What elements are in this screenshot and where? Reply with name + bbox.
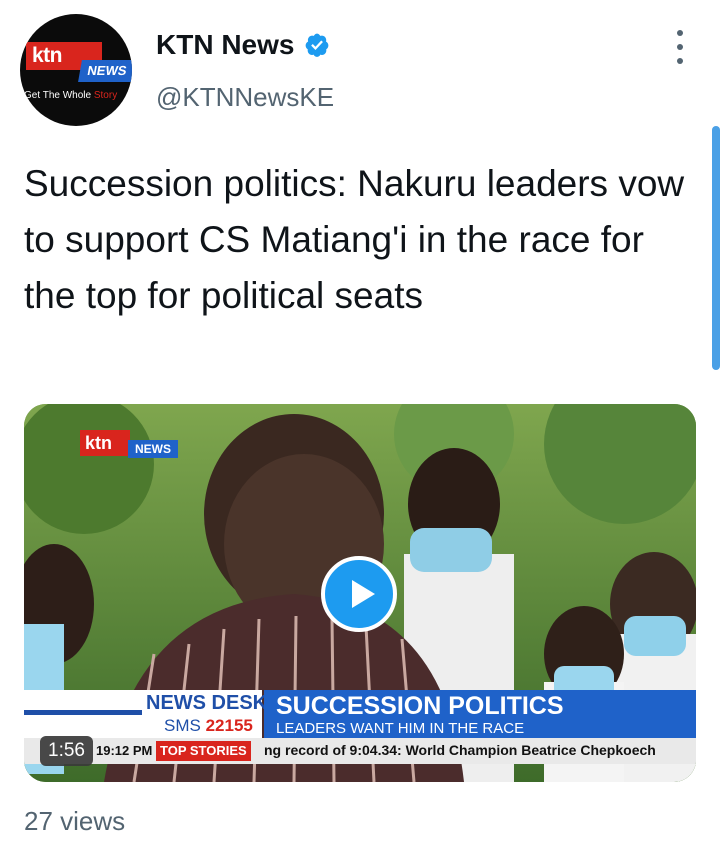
more-dot-icon: [677, 44, 683, 50]
video-logo-news: NEWS: [128, 440, 178, 458]
news-ticker: 19:12 PM TOP STORIES ng record of 9:04.3…: [24, 738, 696, 764]
scrollbar[interactable]: [712, 126, 720, 370]
sms-number: 22155: [205, 716, 253, 735]
video-player[interactable]: ktn NEWS NEWS DESK SMS 22155 SUCCESSION …: [24, 404, 696, 782]
desk-divider: [24, 710, 142, 715]
avatar-logo-news: NEWS: [78, 60, 132, 82]
ticker-label: TOP STORIES: [156, 741, 251, 761]
sms-label: SMS: [164, 716, 201, 735]
more-dot-icon: [677, 58, 683, 64]
video-duration-badge: 1:56: [40, 736, 93, 766]
avatar-tagline: Get The Whole Story: [20, 90, 132, 101]
account-name[interactable]: KTN News: [156, 28, 294, 62]
news-desk-panel: NEWS DESK SMS 22155: [24, 690, 267, 740]
ticker-time: 19:12 PM: [96, 743, 153, 758]
view-count: 27 views: [24, 806, 126, 836]
play-button[interactable]: [321, 556, 397, 632]
more-options-icon[interactable]: [666, 30, 694, 64]
account-handle[interactable]: @KTNNewsKE: [156, 82, 334, 112]
news-desk-title: NEWS DESK: [146, 692, 268, 714]
verified-badge-icon: [305, 33, 329, 57]
more-dot-icon: [677, 30, 683, 36]
video-channel-logo: ktn NEWS: [80, 430, 190, 460]
play-icon: [352, 580, 375, 608]
headline-subtitle: LEADERS WANT HIM IN THE RACE: [276, 720, 525, 737]
headline-title: SUCCESSION POLITICS: [276, 692, 564, 720]
avatar-tagline-start: Get The Whole: [24, 90, 94, 101]
ticker-text: ng record of 9:04.34: World Champion Bea…: [264, 742, 656, 758]
avatar-tagline-end: Story: [93, 90, 118, 101]
headline-panel: SUCCESSION POLITICS LEADERS WANT HIM IN …: [264, 690, 696, 740]
news-desk-sms: SMS 22155: [164, 716, 253, 736]
tweet-text: Succession politics: Nakuru leaders vow …: [24, 163, 685, 316]
video-logo-ktn: ktn: [80, 430, 130, 456]
account-avatar[interactable]: ktn NEWS Get The Whole Story: [20, 14, 132, 126]
